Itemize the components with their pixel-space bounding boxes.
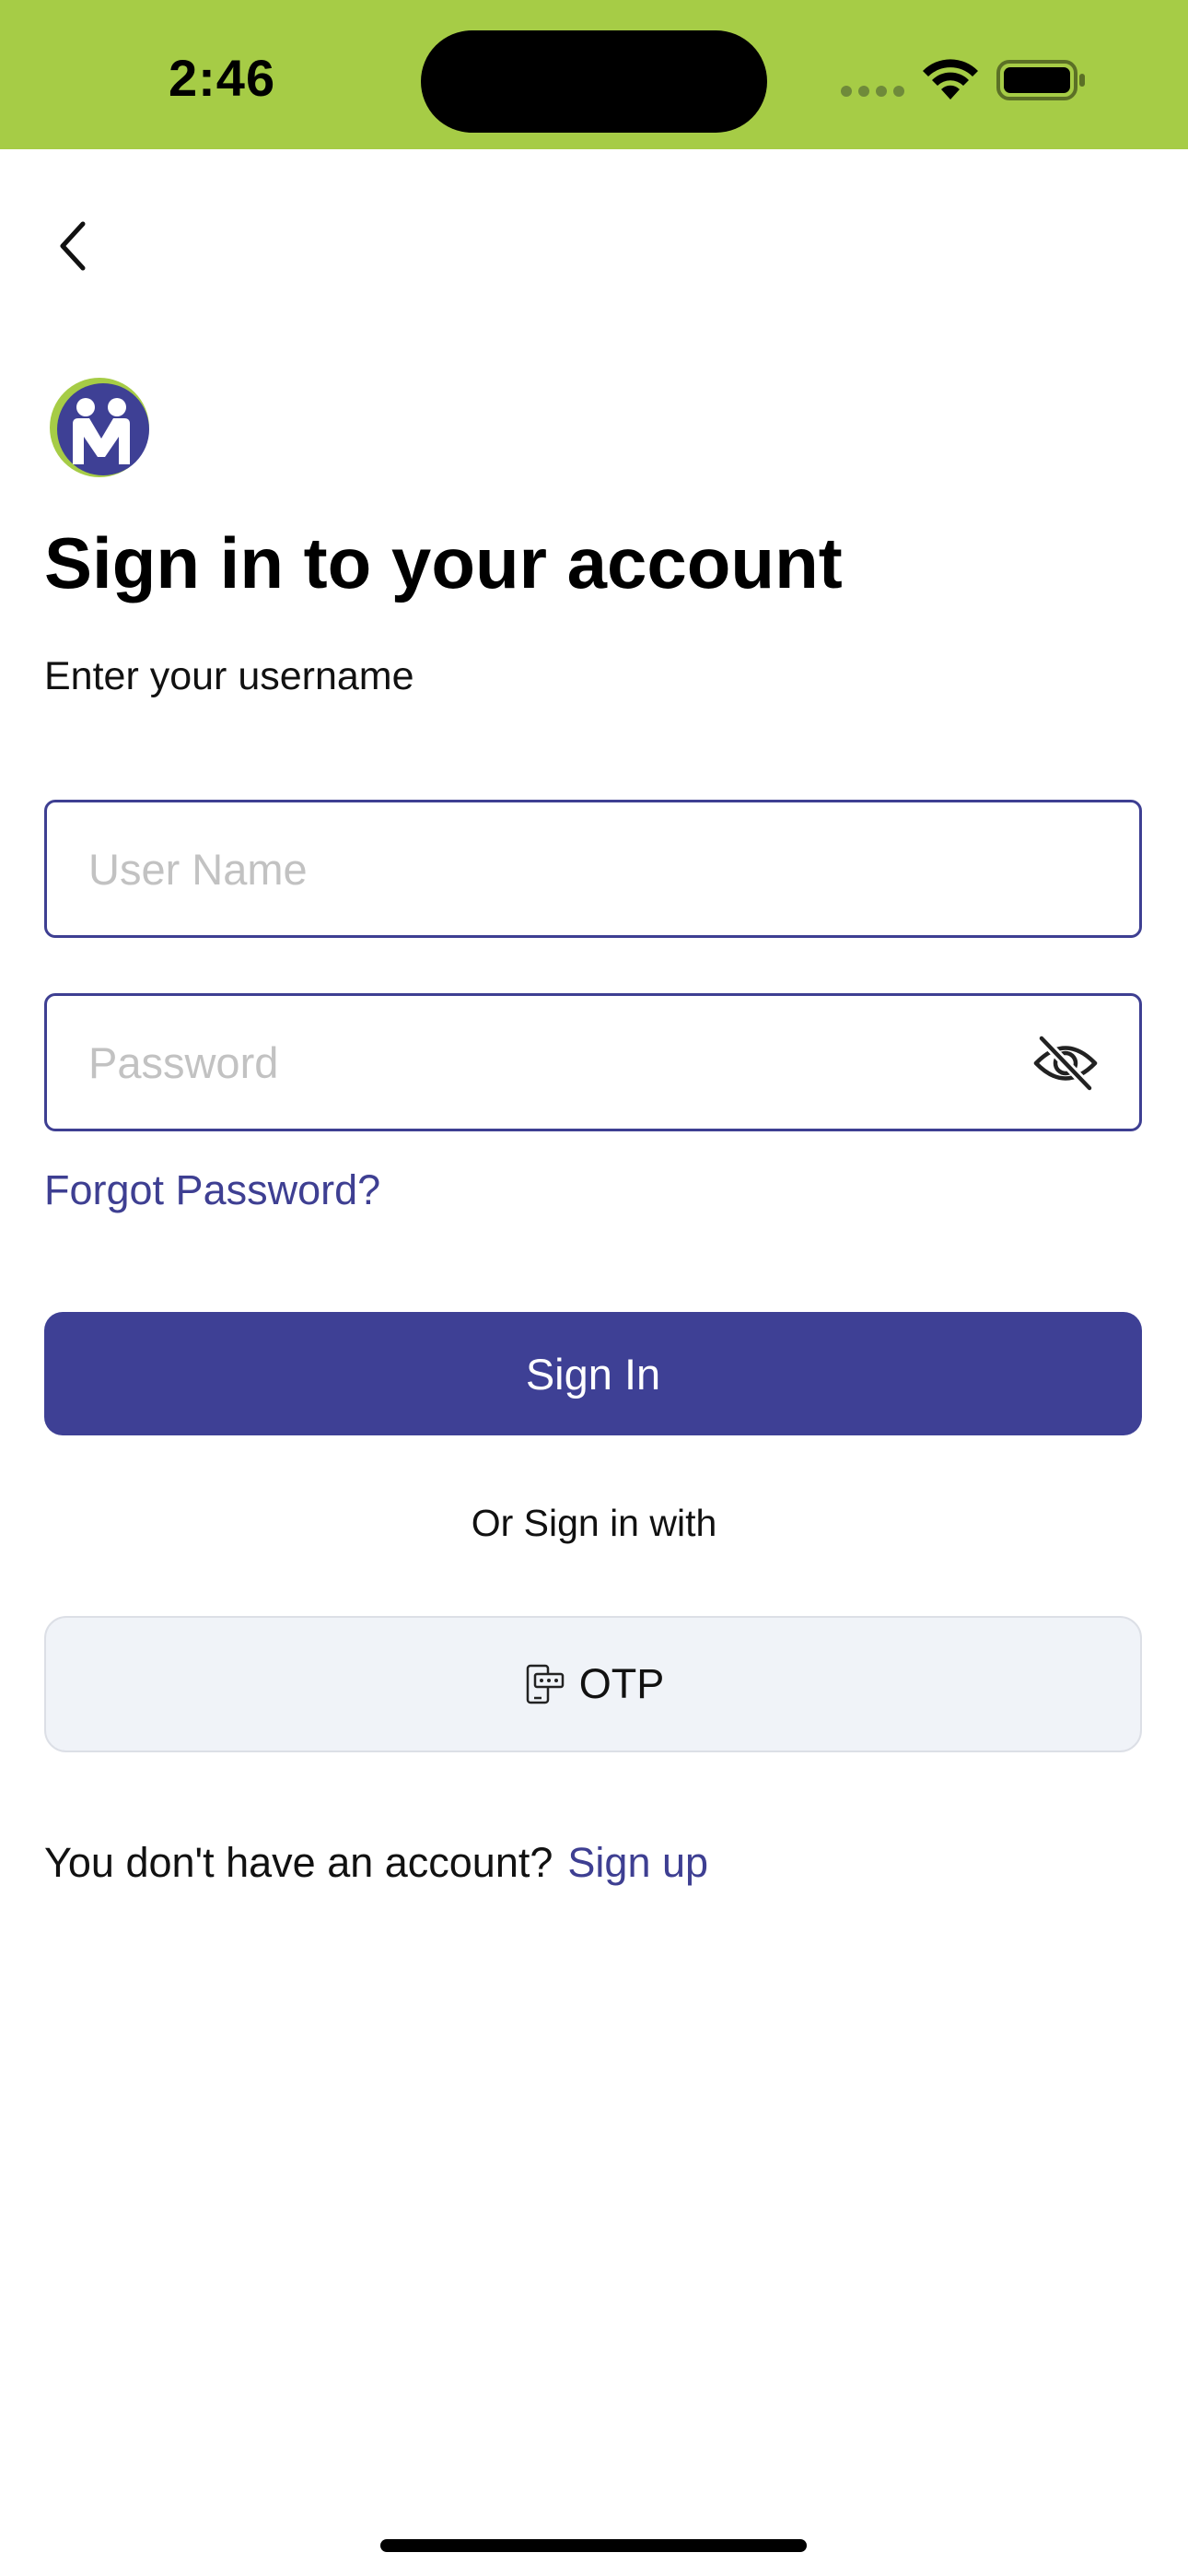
- m-people-logo-icon: [50, 378, 149, 477]
- otp-button[interactable]: OTP: [44, 1616, 1142, 1752]
- password-input[interactable]: [88, 996, 1009, 1129]
- sign-in-button-label: Sign In: [525, 1349, 661, 1399]
- sign-in-screen: 2:46 Sign in to your account Enter your …: [0, 0, 1188, 2576]
- cellular-signal-icon: [841, 86, 904, 97]
- eye-slash-icon[interactable]: [1032, 1033, 1099, 1094]
- page-title: Sign in to your account: [44, 522, 843, 603]
- home-indicator[interactable]: [380, 2539, 807, 2552]
- forgot-password-link[interactable]: Forgot Password?: [44, 1166, 380, 1214]
- battery-icon: [996, 60, 1085, 100]
- back-button[interactable]: [37, 205, 111, 287]
- wifi-icon: [923, 59, 978, 100]
- username-field-container: [44, 800, 1142, 938]
- sign-up-link[interactable]: Sign up: [567, 1839, 708, 1886]
- status-bar: 2:46: [0, 0, 1188, 149]
- otp-device-icon: [526, 1664, 564, 1704]
- otp-button-label: OTP: [578, 1660, 665, 1707]
- sign-in-button[interactable]: Sign In: [44, 1312, 1142, 1435]
- signup-row: You don't have an account? Sign up: [44, 1839, 708, 1887]
- username-input[interactable]: [88, 802, 1009, 935]
- status-time: 2:46: [169, 49, 276, 107]
- chevron-left-icon: [60, 221, 86, 271]
- page-subtitle: Enter your username: [44, 654, 414, 698]
- dynamic-island: [421, 30, 767, 133]
- password-field-container: [44, 993, 1142, 1131]
- alternative-signin-text: Or Sign in with: [471, 1502, 717, 1544]
- signup-prompt: You don't have an account?: [44, 1839, 553, 1886]
